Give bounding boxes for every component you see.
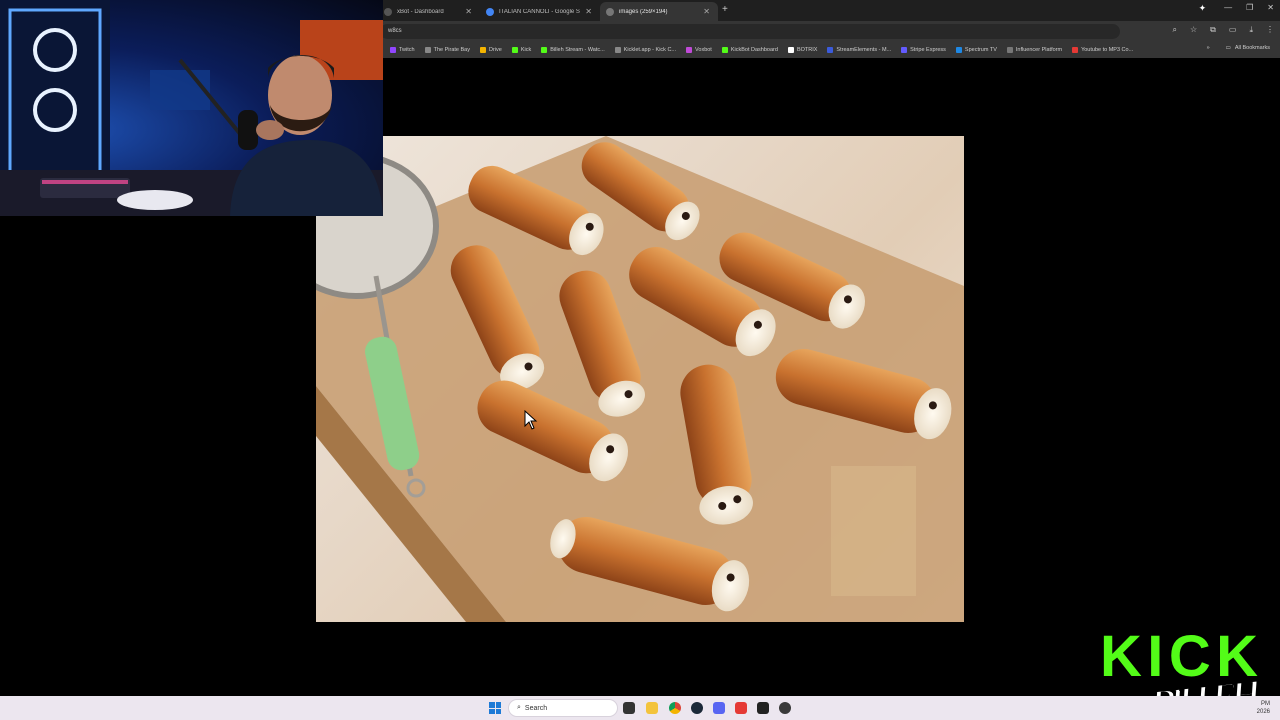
- windows-taskbar: ⌕ Search PM 2026: [0, 696, 1280, 720]
- tab-favicon: [384, 7, 392, 16]
- all-bookmarks[interactable]: » ▭ All Bookmarks: [1207, 45, 1270, 51]
- monitor: [150, 70, 210, 110]
- taskbar-search[interactable]: ⌕ Search: [508, 699, 618, 717]
- bookmark-streamelements[interactable]: StreamElements - M...: [822, 47, 896, 53]
- bookmark-youtube-mp3[interactable]: Youtube to MP3 Co...: [1067, 47, 1138, 53]
- streamelements-icon: [827, 47, 834, 53]
- microphone: [238, 110, 258, 150]
- voxbot-icon: [686, 47, 693, 53]
- search-placeholder: Search: [524, 704, 548, 712]
- youtube-mp3-icon: [1072, 47, 1079, 53]
- discord-icon[interactable]: [713, 702, 725, 714]
- spectrum-icon: [955, 47, 962, 53]
- system-tray[interactable]: PM 2026: [1257, 700, 1270, 716]
- kick-icon: [511, 47, 518, 53]
- restore-icon[interactable]: ❐: [1246, 3, 1253, 14]
- steam-icon[interactable]: [691, 702, 703, 714]
- star-icon[interactable]: ☆: [1190, 25, 1197, 35]
- bookmark-kick[interactable]: Kick: [507, 47, 536, 53]
- download-icon[interactable]: ⤓: [1249, 25, 1253, 35]
- tab-label: images (259×194): [619, 8, 668, 15]
- date: 2026: [1256, 709, 1270, 715]
- close-window-icon[interactable]: ✕: [1267, 3, 1274, 14]
- bookmark-drive[interactable]: Drive: [475, 47, 507, 53]
- tab-label: xBot - Dashboard: [397, 8, 444, 15]
- address-bar[interactable]: w8cs: [380, 24, 1120, 39]
- bookmark-botrix[interactable]: BOTRIX: [783, 47, 822, 53]
- webcam-scene: [0, 0, 383, 216]
- window-controls: ✦ — ❐ ✕: [1199, 3, 1274, 14]
- menu-icon[interactable]: ⋮: [1266, 25, 1274, 35]
- bookmark-spectrum[interactable]: Spectrum TV: [951, 47, 1002, 53]
- search-icon: ⌕: [517, 704, 521, 711]
- person-body: [230, 140, 383, 216]
- cannoli-photo[interactable]: [316, 136, 964, 622]
- bookmark-voxbot[interactable]: Voxbot: [681, 47, 717, 53]
- bookmark-billeh-stream[interactable]: Billeh Stream - Watc...: [536, 47, 610, 53]
- sidepanel-icon[interactable]: ▭: [1229, 25, 1237, 35]
- tab-google-search[interactable]: ITALIAN CANNOLI - Google Se ✕: [480, 2, 600, 21]
- toolbar-icons: ⌕ ☆ ⧉ ▭ ⤓ ⋮: [1173, 25, 1274, 35]
- kick-icon: [541, 47, 548, 53]
- windows-start-icon[interactable]: [489, 702, 501, 714]
- cannoli-illustration: [316, 136, 964, 622]
- tab-dashboard[interactable]: xBot - Dashboard ✕: [378, 2, 480, 21]
- zoom-icon[interactable]: ⌕: [1173, 25, 1177, 35]
- folder-icon: ▭: [1225, 45, 1231, 51]
- tab-image[interactable]: images (259×194) ✕: [600, 2, 718, 21]
- terminal-icon[interactable]: [757, 702, 769, 714]
- sugar-stain: [831, 466, 916, 596]
- tab-close-icon[interactable]: ✕: [465, 7, 472, 16]
- bookmark-kickbot[interactable]: KickBot Dashboard: [717, 47, 783, 53]
- new-tab-plus-icon[interactable]: +: [722, 4, 728, 15]
- minimize-icon[interactable]: —: [1224, 3, 1232, 14]
- plate: [117, 190, 193, 210]
- stripe-icon: [901, 47, 908, 53]
- file-explorer-icon[interactable]: [646, 702, 658, 714]
- tab-close-icon[interactable]: ✕: [585, 7, 592, 16]
- influencer-icon: [1006, 47, 1013, 53]
- bookmark-stripe[interactable]: Stripe Express: [896, 47, 951, 53]
- webcam-overlay: [0, 0, 383, 216]
- tab-close-icon[interactable]: ✕: [703, 7, 710, 16]
- chevron-right-icon: »: [1206, 45, 1210, 51]
- sparkle-icon[interactable]: ✦: [1199, 3, 1207, 14]
- kicklet-icon: [614, 47, 621, 53]
- bookmark-influencer[interactable]: Influencer Platform: [1002, 47, 1067, 53]
- twitch-icon: [390, 47, 396, 53]
- task-view-icon[interactable]: [623, 702, 635, 714]
- chrome-icon[interactable]: [669, 702, 681, 714]
- mouse-cursor-icon: [524, 410, 538, 430]
- bookmark-kicklet[interactable]: Kicklet.app - Kick C...: [610, 47, 681, 53]
- person-hand: [256, 120, 284, 140]
- ship-icon: [424, 47, 431, 53]
- kickbot-icon: [721, 47, 728, 53]
- google-icon: [486, 7, 494, 16]
- botrix-icon: [787, 47, 794, 53]
- app-red-icon[interactable]: [735, 702, 747, 714]
- bookmark-pirate-bay[interactable]: The Pirate Bay: [420, 47, 475, 53]
- clock: PM: [1261, 701, 1270, 707]
- obs-icon[interactable]: [779, 702, 791, 714]
- globe-icon: [606, 7, 614, 16]
- drive-icon: [479, 47, 486, 53]
- bookmark-twitch[interactable]: Twitch: [385, 47, 420, 53]
- tab-label: ITALIAN CANNOLI - Google Se: [499, 8, 581, 15]
- extensions-icon[interactable]: ⧉: [1210, 25, 1216, 35]
- screen: xBot - Dashboard ✕ ITALIAN CANNOLI - Goo…: [0, 0, 1280, 720]
